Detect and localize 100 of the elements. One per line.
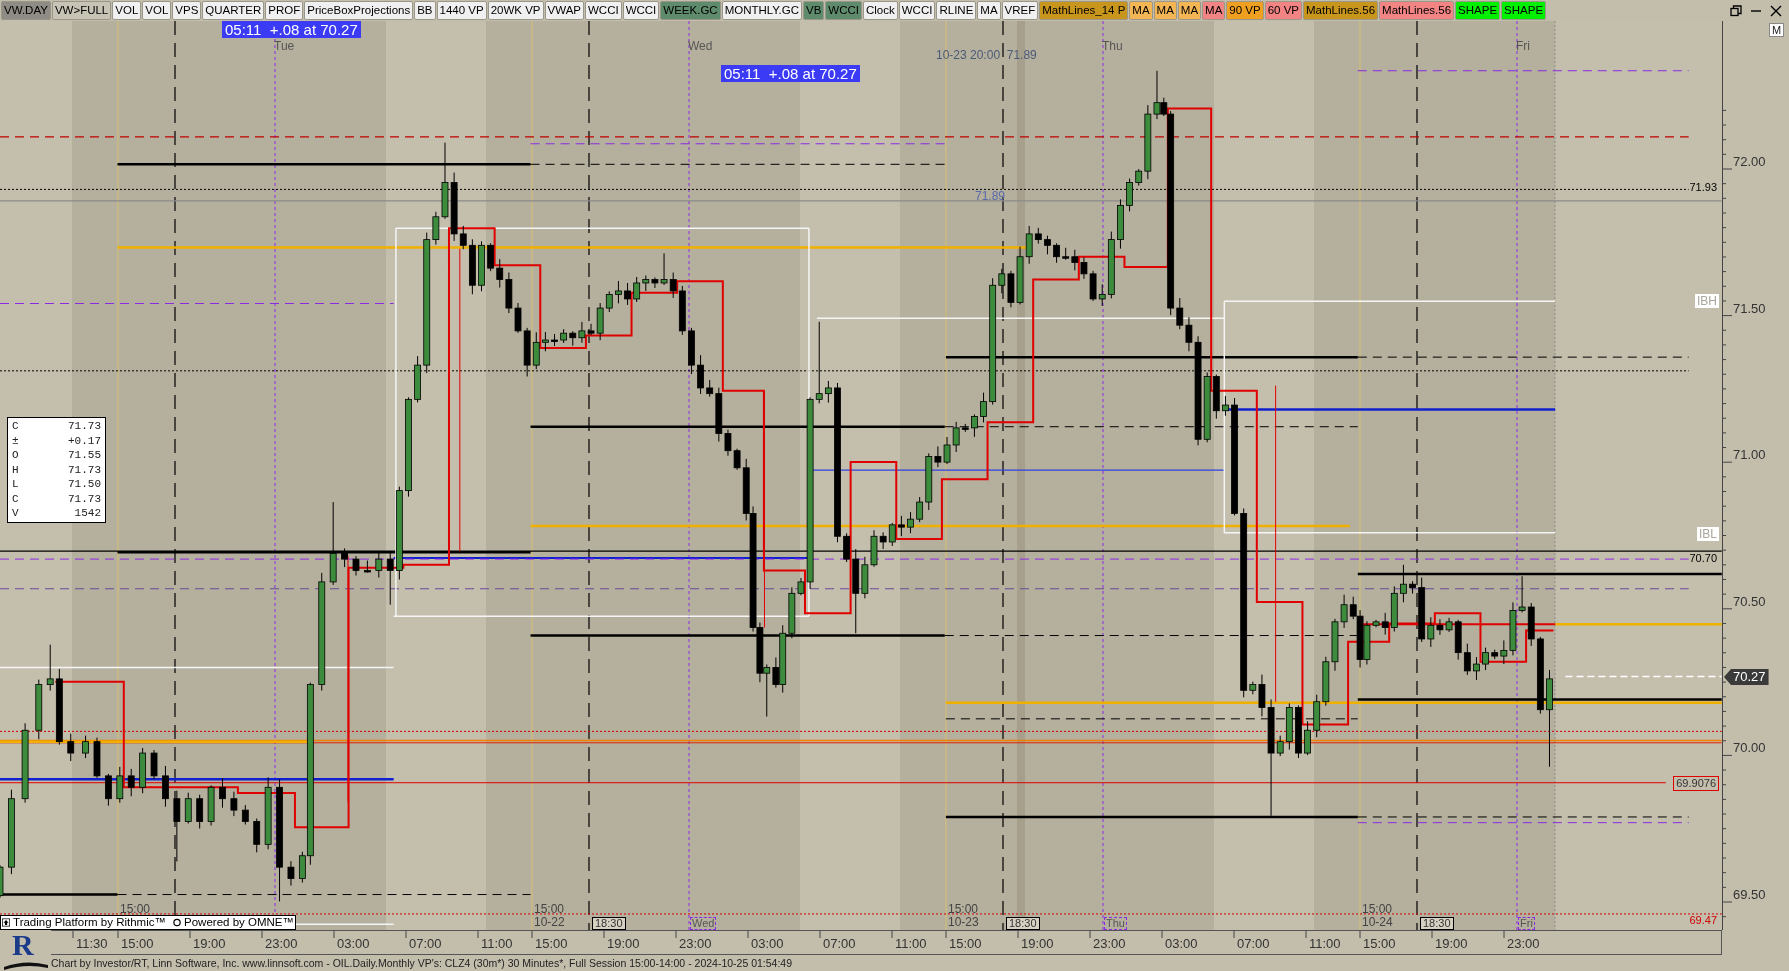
price-axis-label: 71.50 [1733,301,1766,316]
clock-label: 05:11 +.08 at 70.27 [222,21,361,38]
ohlc-label: C [12,491,19,506]
toolbar-button[interactable]: RLINE [936,1,977,20]
price-line-label: 69.47 [1688,914,1718,927]
toolbar-button[interactable]: SHAPE [1501,1,1547,20]
toolbar-button[interactable]: VWAP [544,1,584,20]
clock-label: 05:11 +.08 at 70.27 [721,65,860,82]
toolbar-button[interactable]: VPS [172,1,202,20]
toolbar-button[interactable]: 60 VP [1264,1,1302,20]
ohlc-value: 71.55 [68,448,101,463]
toolbar-button[interactable]: MONTHLY.GC [721,1,802,20]
session-time-label: 15:00 [948,903,979,915]
price-line-label: IBH [1695,294,1719,308]
toolbar-button[interactable]: BB [414,1,436,20]
toolbar-button[interactable]: Clock [863,1,898,20]
toolbar-button[interactable]: WEEK.GC [660,1,721,20]
time-axis-label: 23:00 [679,936,712,951]
toolbar-button[interactable]: 20WK VP [487,1,544,20]
toolbar-button[interactable]: MA [977,1,1001,20]
toolbar-button[interactable]: VW>FULL [51,1,112,20]
price-axis-label: 72.00 [1733,155,1766,169]
ohlc-value: 1542 [74,506,101,521]
time-axis-label: 03:00 [751,936,784,951]
ohlc-label: V [12,506,19,521]
price-line-label: 70.70 [1688,552,1718,565]
toolbar-button[interactable]: WCCI [825,1,862,20]
time-axis-label: 23:00 [265,936,298,951]
axis-mode-button[interactable]: M [1769,23,1785,37]
time-axis-label: 15:00 [949,936,982,951]
toolbar-button[interactable]: MathLines.56 [1303,1,1379,20]
toolbar-button[interactable]: VB [803,1,825,20]
toolbar-button[interactable]: VOL [142,1,172,20]
day-marker: Thu [1104,917,1127,930]
time-axis-label: 11:00 [895,936,927,951]
time-axis-label: 07:00 [823,936,856,951]
session-time-label: 15:00 [534,903,565,915]
session-date-label: 10-22 [534,916,565,928]
close-icon[interactable] [1769,3,1783,18]
price-axis-label: 71.00 [1733,448,1766,463]
level-note: 71.89 [975,189,1006,203]
price-axis-label: 70.00 [1733,741,1766,756]
logo-swoosh-icon [4,961,48,970]
price-line-label: IBL [1697,527,1719,541]
logo-letter: R [12,930,34,960]
toolbar-button[interactable]: MA [1177,1,1202,20]
toolbar-button[interactable]: VW.DAY [1,1,51,20]
day-label: Tue [274,39,295,53]
time-axis-label: 19:00 [607,936,640,951]
ohlc-label: L [12,477,19,492]
time-axis-label: 07:00 [409,936,442,951]
toolbar-button[interactable]: PROF [265,1,304,20]
toolbar-button[interactable]: WCCI [585,1,622,20]
toolbar-button[interactable]: VREF [1001,1,1039,20]
toolbar-button[interactable]: SHAPE [1455,1,1501,20]
time-axis-label: 19:00 [1021,936,1054,951]
toolbar-button[interactable]: MA [1202,1,1226,20]
time-axis-label: 07:00 [1237,936,1270,951]
ohlc-label: H [12,462,19,477]
day-marker: Wed [690,917,717,930]
toolbar-button[interactable]: WCCI [898,1,936,20]
price-line-label: 71.93 [1688,181,1718,194]
toolbar-button[interactable]: PriceBoxProjections [304,1,414,20]
day-label: Wed [688,39,713,53]
toolbar-button[interactable]: MA [1129,1,1153,20]
ohlc-value: +0.17 [68,433,101,448]
time-axis-label: 15:00 [1363,936,1396,951]
toolbar-button[interactable]: MA [1153,1,1177,20]
toolbar-button[interactable]: MathLines.56 [1379,1,1455,20]
price-line-label: 69.9076 [1673,776,1719,791]
session-date-label: 10-24 [1362,916,1393,928]
marker-label: 10-23 20:00 71.89 [936,48,1037,62]
time-axis-label: 11:30 [76,936,108,951]
ohlc-label: O [12,448,19,463]
toolbar-button[interactable]: 90 VP [1226,1,1264,20]
time-axis-label: 15:00 [121,936,154,951]
toolbar-button[interactable]: QUARTER [202,1,265,20]
branding-text: Powered by OMNE™ [184,916,294,929]
toolbar-button[interactable]: VOL [112,1,142,20]
time-axis-label: 15:00 [535,936,568,951]
current-price-tag: 70.27 [1724,669,1769,685]
ohlc-label: C [12,419,19,434]
ohlc-value: 71.73 [68,462,101,477]
ohlc-value: 71.73 [68,419,101,434]
price-axis-label: 70.50 [1733,594,1766,609]
toolbar-button[interactable]: 1440 VP [436,1,487,20]
toolbar-button[interactable]: MathLines_14 P [1039,1,1129,20]
session-close-marker: 18:30 [1420,917,1454,930]
time-axis-label: 11:00 [1309,936,1341,951]
toolbar-button[interactable]: WCCI [622,1,660,20]
session-date-label: 10-23 [948,916,979,928]
ohlc-value: 71.50 [68,477,101,492]
status-bar-text: Chart by Investor/RT, Linn Software, Inc. www.linnsoft.com - OIL.Daily.Monthly VP's: CLZ4 (30m*) 30 Minutes*, Full Session 15:00-14:00 - 2024-10-25 01:54:49 [51,956,794,970]
price-axis-label: 69.50 [1733,888,1766,902]
restore-icon[interactable] [1729,3,1743,18]
time-axis-label: 11:00 [481,936,513,951]
time-axis-label: 19:00 [193,936,226,951]
day-marker: Fri [1518,917,1535,930]
time-axis-label: 19:00 [1435,936,1468,951]
session-time-label: 15:00 [120,903,151,915]
